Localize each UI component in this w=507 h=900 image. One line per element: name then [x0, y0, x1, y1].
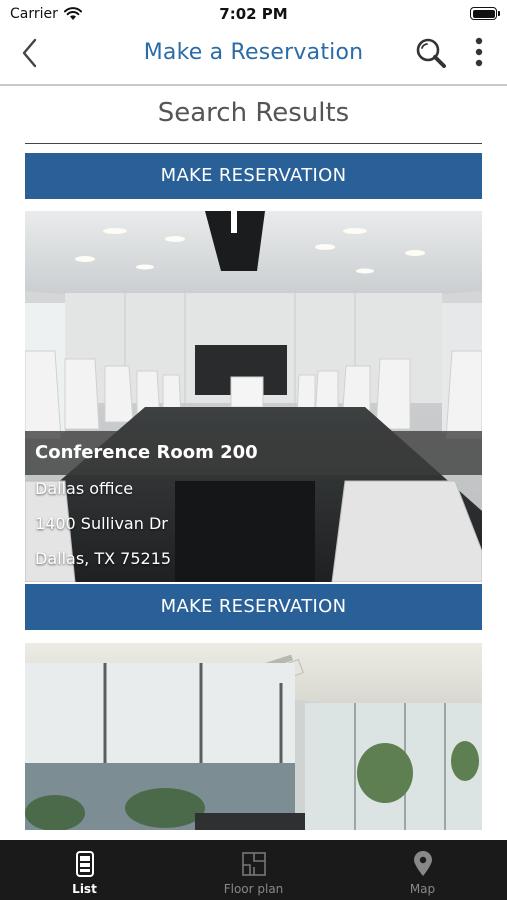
- make-reservation-label: MAKE RESERVATION: [160, 596, 347, 617]
- room-photo[interactable]: [25, 643, 482, 830]
- floor-plan-icon: [241, 852, 266, 876]
- room-address: 1400 Sullivan Dr: [35, 514, 168, 533]
- room-city: Dallas, TX 75215: [35, 549, 172, 568]
- list-icon: [75, 851, 94, 877]
- room-name: Conference Room 200: [25, 431, 482, 475]
- battery-icon: [470, 7, 500, 20]
- make-reservation-button[interactable]: MAKE RESERVATION: [25, 153, 482, 199]
- tab-floor-plan-label: Floor plan: [223, 882, 284, 896]
- search-results-heading: Search Results: [157, 98, 350, 128]
- nav-bar: Make a Reservation: [0, 28, 507, 86]
- status-time: 7:02 PM: [219, 5, 288, 23]
- more-options-icon[interactable]: [468, 36, 490, 70]
- search-icon[interactable]: [414, 36, 448, 70]
- make-reservation-button[interactable]: MAKE RESERVATION: [25, 584, 482, 630]
- map-pin-icon: [413, 851, 432, 876]
- tab-floor-plan[interactable]: Floor plan: [169, 840, 338, 900]
- divider: [25, 143, 482, 144]
- make-reservation-label: MAKE RESERVATION: [160, 165, 347, 186]
- status-bar: Carrier 7:02 PM: [0, 0, 507, 28]
- tab-map-label: Map: [409, 882, 436, 896]
- tab-list[interactable]: List: [0, 840, 169, 900]
- tab-list-label: List: [72, 882, 97, 896]
- room-office: Dallas office: [35, 479, 134, 498]
- tab-map[interactable]: Map: [338, 840, 507, 900]
- tab-bar: List Floor plan Map: [0, 840, 507, 900]
